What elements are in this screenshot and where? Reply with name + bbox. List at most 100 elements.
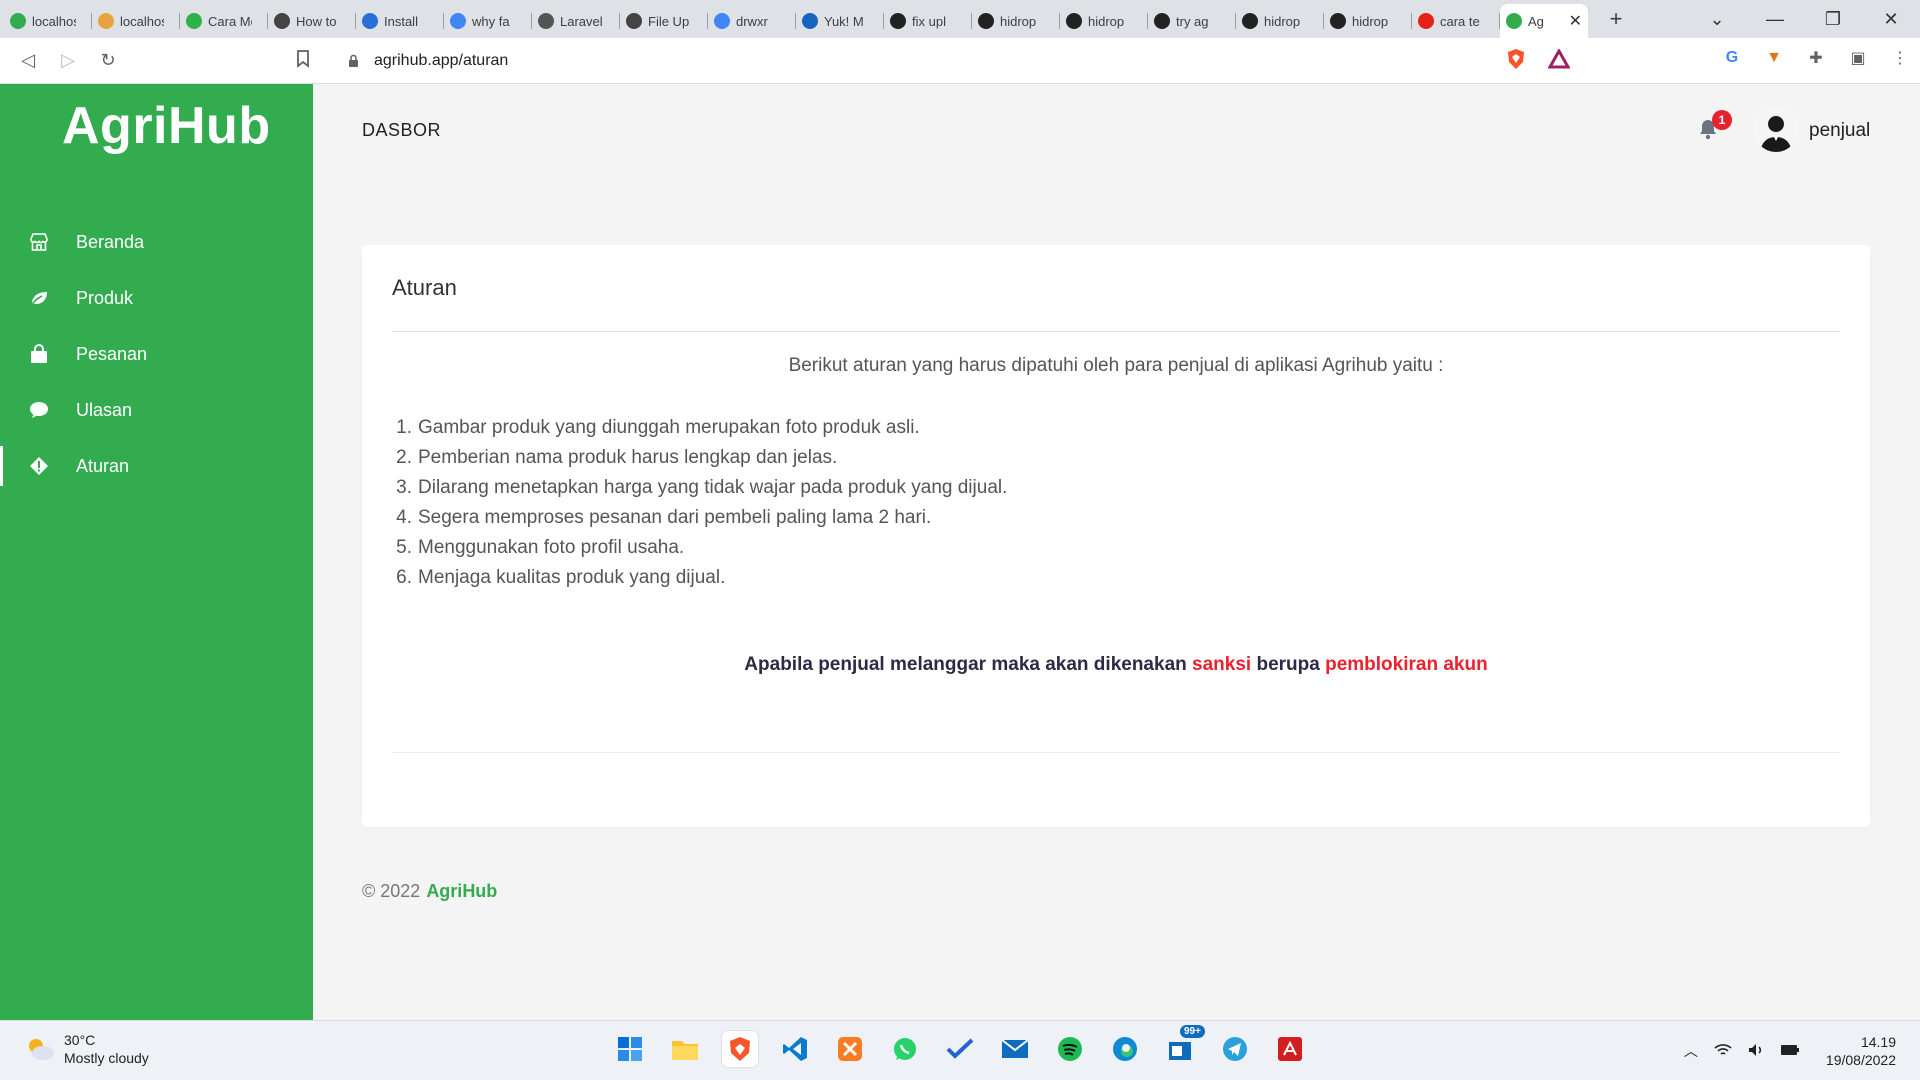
rules-list: 1. Gambar produk yang diunggah merupakan …	[392, 413, 1007, 593]
chevron-up-icon[interactable]: ︿	[1684, 1041, 1698, 1061]
reload-icon[interactable]: ↻	[88, 50, 128, 71]
new-tab-button[interactable]: +	[1598, 6, 1634, 32]
browser-tab[interactable]: hidrop	[1060, 4, 1148, 38]
browser-tab[interactable]: hidrop	[972, 4, 1060, 38]
tab-favicon-icon	[98, 13, 114, 29]
wallet-icon[interactable]: ▣	[1848, 48, 1868, 68]
sidebar-menu: Beranda Produk Pesanan Ulasan Aturan	[0, 214, 313, 494]
spotify-icon[interactable]	[1052, 1031, 1088, 1067]
outlook-icon[interactable]: 99+	[1162, 1025, 1205, 1067]
browser-tab[interactable]: localhost	[92, 4, 180, 38]
tab-favicon-icon	[714, 13, 730, 29]
tab-title: cara te	[1440, 13, 1480, 29]
browser-tab[interactable]: cara te	[1412, 4, 1500, 38]
omnibox-actions	[1506, 47, 1571, 75]
tab-search-icon[interactable]: ⌄	[1688, 9, 1746, 30]
window-controls: ⌄ — ❐ ✕	[1688, 0, 1920, 38]
browser-tab[interactable]: File Up	[620, 4, 708, 38]
browser-tab[interactable]: hidrop	[1324, 4, 1412, 38]
todo-icon[interactable]	[942, 1031, 978, 1067]
sidebar-item-beranda[interactable]: Beranda	[0, 214, 313, 270]
wifi-icon[interactable]	[1714, 1043, 1732, 1060]
file-explorer-icon[interactable]	[667, 1031, 703, 1067]
brave-browser-icon[interactable]	[722, 1031, 758, 1067]
mail-icon[interactable]	[997, 1031, 1033, 1067]
restore-button[interactable]: ❐	[1804, 9, 1862, 30]
tab-title: hidrop	[1000, 13, 1037, 29]
sidebar-item-ulasan[interactable]: Ulasan	[0, 382, 313, 438]
lock-icon	[348, 54, 360, 68]
taskbar-apps: 99+	[612, 1025, 1308, 1067]
footer-brand-link[interactable]: AgriHub	[426, 881, 497, 901]
leaf-icon	[28, 287, 50, 309]
username-label[interactable]: penjual	[1809, 120, 1870, 142]
tab-favicon-icon	[802, 13, 818, 29]
system-tray: ︿ 14.19 19/08/2022	[1684, 1033, 1896, 1069]
brave-rewards-icon[interactable]	[1547, 47, 1571, 74]
vscode-icon[interactable]	[777, 1031, 813, 1067]
browser-tab[interactable]: Install	[356, 4, 444, 38]
tab-title: Yuk! M	[824, 13, 864, 29]
browser-tab[interactable]: Yuk! M	[796, 4, 884, 38]
brave-shield-icon[interactable]	[1506, 48, 1526, 75]
weather-widget[interactable]: 30°C Mostly cloudy	[24, 1031, 149, 1067]
browser-tab[interactable]: drwxr	[708, 4, 796, 38]
tab-title: hidrop	[1264, 13, 1301, 29]
sidebar-item-aturan[interactable]: Aturan	[0, 438, 313, 494]
tab-favicon-icon	[186, 13, 202, 29]
menu-icon[interactable]: ⋮	[1890, 48, 1910, 68]
acrobat-icon[interactable]	[1272, 1031, 1308, 1067]
tab-favicon-icon	[890, 13, 906, 29]
app-logo[interactable]: AgriHub	[62, 96, 271, 156]
clock[interactable]: 14.19 19/08/2022	[1826, 1033, 1896, 1069]
telegram-icon[interactable]	[1217, 1031, 1253, 1067]
cloudy-weather-icon	[24, 1036, 54, 1062]
windows-start-icon[interactable]	[612, 1031, 648, 1067]
bag-icon	[28, 343, 50, 365]
divider	[392, 331, 1840, 332]
main-content: DASBOR 1 penjual Aturan Berikut aturan y…	[313, 84, 1920, 1020]
rules-intro: Berikut aturan yang harus dipatuhi oleh …	[788, 355, 1444, 376]
translate-icon[interactable]: G	[1722, 48, 1742, 68]
browser-tab[interactable]: How to	[268, 4, 356, 38]
browser-tab[interactable]: localhost	[4, 4, 92, 38]
forward-icon[interactable]: ▷	[48, 50, 88, 71]
list-item: 2. Pemberian nama produk harus lengkap da…	[396, 447, 838, 468]
chat-icon	[28, 399, 50, 421]
time: 14.19	[1860, 1034, 1896, 1050]
sidebar-item-pesanan[interactable]: Pesanan	[0, 326, 313, 382]
close-tab-icon[interactable]: ✕	[1569, 11, 1582, 31]
card-title: Aturan	[392, 275, 457, 300]
browser-tab-active[interactable]: Ag ✕	[1500, 4, 1588, 38]
volume-icon[interactable]	[1748, 1043, 1764, 1060]
browser-tab[interactable]: why fa	[444, 4, 532, 38]
sidebar-item-produk[interactable]: Produk	[0, 270, 313, 326]
battery-icon[interactable]	[1780, 1043, 1800, 1059]
list-item: 6. Menjaga kualitas produk yang dijual.	[396, 567, 726, 588]
divider	[392, 752, 1840, 753]
browser-tab[interactable]: Cara Membuat	[180, 4, 268, 38]
tab-title: Laravel	[560, 13, 603, 29]
tab-title: why fa	[472, 13, 510, 29]
url-text[interactable]: agrihub.app/aturan	[374, 52, 508, 70]
close-window-button[interactable]: ✕	[1862, 9, 1920, 30]
tab-title: try ag	[1176, 13, 1209, 29]
browser-tab[interactable]: fix upl	[884, 4, 972, 38]
metamask-icon[interactable]: ▼	[1764, 48, 1784, 68]
windows-taskbar: 30°C Mostly cloudy 99+ ︿ 14.19 19/08/202…	[0, 1020, 1920, 1080]
xampp-icon[interactable]	[832, 1031, 868, 1067]
sidebar-item-label: Ulasan	[76, 399, 133, 420]
tab-title: fix upl	[912, 13, 946, 29]
minimize-button[interactable]: —	[1746, 9, 1804, 30]
browser-tab[interactable]: try ag	[1148, 4, 1236, 38]
browser-tab[interactable]: hidrop	[1236, 4, 1324, 38]
address-bar[interactable]: agrihub.app/aturan	[330, 45, 1588, 77]
whatsapp-icon[interactable]	[887, 1031, 923, 1067]
puzzle-icon[interactable]: ✚	[1806, 48, 1826, 68]
browser-tab[interactable]: Laravel	[532, 4, 620, 38]
back-icon[interactable]: ◁	[8, 50, 48, 71]
avatar[interactable]	[1754, 108, 1798, 152]
bookmark-icon[interactable]	[296, 50, 310, 73]
edge-icon[interactable]	[1107, 1031, 1143, 1067]
tab-favicon-icon	[362, 13, 378, 29]
